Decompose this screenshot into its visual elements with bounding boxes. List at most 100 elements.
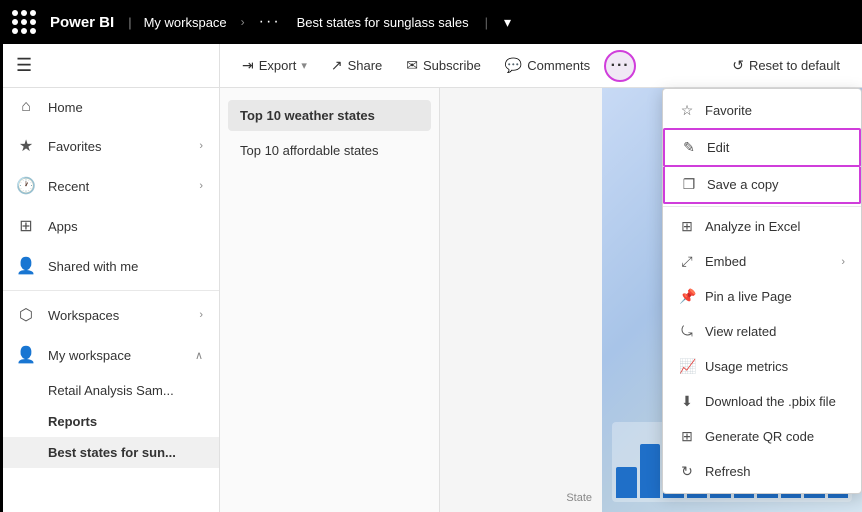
sidebar-item-myworkspace[interactable]: 👤 My workspace ∧ [0, 335, 219, 375]
title-dropdown-icon[interactable]: ▾ [504, 14, 511, 31]
qrcode-icon: ⊞ [679, 428, 695, 445]
hamburger-menu-button[interactable]: ☰ [16, 55, 32, 76]
workspaces-icon: ⬡ [16, 305, 36, 325]
qrcode-label: Generate QR code [705, 429, 845, 444]
menu-item-favorite[interactable]: ☆ Favorite [663, 93, 861, 128]
more-button-wrapper: ··· [604, 50, 636, 82]
recent-chevron-icon: › [199, 180, 203, 192]
sidebar-divider [0, 290, 219, 291]
sidebar-recent-label: Recent [48, 179, 187, 194]
embed-chevron-icon: › [841, 256, 845, 268]
page-top10affordable-label: Top 10 affordable states [240, 143, 379, 158]
menu-item-edit[interactable]: ✎ Edit [663, 128, 861, 167]
pinlivepage-icon: 📌 [679, 288, 695, 305]
favorites-chevron-icon: › [199, 140, 203, 152]
sidebar-apps-label: Apps [48, 219, 203, 234]
menu-item-download[interactable]: ⬇ Download the .pbix file [663, 384, 861, 419]
retail-label: Retail Analysis Sam... [48, 383, 174, 398]
menu-item-embed[interactable]: ⤢ Embed › [663, 244, 861, 279]
subscribe-icon: ✉ [406, 57, 418, 74]
nav-separator: | [128, 15, 131, 30]
menu-item-pinlivepage[interactable]: 📌 Pin a live Page [663, 279, 861, 314]
menu-item-usagemetrics[interactable]: 📈 Usage metrics [663, 349, 861, 384]
menu-item-refresh[interactable]: ↻ Refresh [663, 454, 861, 489]
myworkspace-chevron-icon: ∧ [195, 349, 203, 362]
embed-label: Embed [705, 254, 831, 269]
favorites-icon: ★ [16, 136, 36, 156]
page-item-top10affordable[interactable]: Top 10 affordable states [228, 135, 431, 166]
embed-icon: ⤢ [679, 253, 695, 270]
export-button[interactable]: ⇥ Export ▾ [232, 51, 317, 80]
export-icon: ⇥ [242, 57, 254, 74]
sidebar-home-label: Home [48, 100, 203, 115]
menu-item-viewrelated[interactable]: ⤿ View related [663, 314, 861, 349]
pinlivepage-label: Pin a live Page [705, 289, 845, 304]
page-item-top10weather[interactable]: Top 10 weather states [228, 100, 431, 131]
sidebar-sub-reports[interactable]: Reports [0, 406, 219, 437]
title-pipe: | [485, 15, 488, 30]
dropdown-overlay: ☆ Favorite ✎ Edit ❐ Save a copy ⊞ Analy [662, 88, 862, 494]
myworkspace-icon: 👤 [16, 345, 36, 365]
sidebar-sub-bestsales[interactable]: Best states for sun... [0, 437, 219, 468]
analyze-label: Analyze in Excel [705, 219, 845, 234]
sidebar-item-favorites[interactable]: ★ Favorites › [0, 126, 219, 166]
brand-name: Power BI [50, 14, 114, 31]
sidebar-item-shared[interactable]: 👤 Shared with me [0, 246, 219, 286]
reset-icon: ↺ [732, 57, 744, 74]
breadcrumb-more-button[interactable]: ··· [259, 13, 281, 31]
workspace-label[interactable]: My workspace [144, 15, 227, 30]
sidebar-item-workspaces[interactable]: ⬡ Workspaces › [0, 295, 219, 335]
savecopy-label: Save a copy [707, 177, 843, 192]
page-top10weather-label: Top 10 weather states [240, 108, 375, 123]
pages-panel: Top 10 weather states Top 10 affordable … [220, 88, 440, 512]
sidebar: ☰ ⌂ Home ★ Favorites › 🕐 Recent › ⊞ Apps… [0, 44, 220, 512]
reset-to-default-button[interactable]: ↺ Reset to default [722, 51, 850, 80]
viewrelated-label: View related [705, 324, 845, 339]
edit-icon: ✎ [681, 139, 697, 156]
sidebar-workspaces-label: Workspaces [48, 308, 187, 323]
comments-button[interactable]: 💬 Comments [495, 51, 600, 80]
chart-bar [640, 444, 661, 498]
more-options-button[interactable]: ··· [604, 50, 636, 82]
active-indicator [0, 44, 3, 512]
app-launcher-icon[interactable] [12, 10, 36, 34]
workspace-chevron: › [241, 15, 245, 29]
share-button[interactable]: ↗ Share [321, 51, 392, 80]
top-bar: Power BI | My workspace › ··· Best state… [0, 0, 862, 44]
download-label: Download the .pbix file [705, 394, 845, 409]
export-chevron-icon: ▾ [301, 59, 307, 72]
savecopy-icon: ❐ [681, 176, 697, 193]
export-label: Export [259, 58, 297, 73]
reset-label: Reset to default [749, 58, 840, 73]
subscribe-button[interactable]: ✉ Subscribe [396, 51, 491, 80]
recent-icon: 🕐 [16, 176, 36, 196]
analyze-icon: ⊞ [679, 218, 695, 235]
shared-icon: 👤 [16, 256, 36, 276]
state-label: State [566, 492, 592, 504]
menu-item-qrcode[interactable]: ⊞ Generate QR code [663, 419, 861, 454]
menu-item-analyze[interactable]: ⊞ Analyze in Excel [663, 209, 861, 244]
bestsales-label: Best states for sun... [48, 445, 176, 460]
sidebar-header: ☰ [0, 44, 219, 88]
share-label: Share [348, 58, 383, 73]
menu-item-savecopy[interactable]: ❐ Save a copy [663, 167, 861, 204]
favorite-label: Favorite [705, 103, 845, 118]
dropdown-menu: ☆ Favorite ✎ Edit ❐ Save a copy ⊞ Analy [662, 88, 862, 494]
subscribe-label: Subscribe [423, 58, 481, 73]
content-area: ⇥ Export ▾ ↗ Share ✉ Subscribe 💬 Comment… [220, 44, 862, 512]
sidebar-shared-label: Shared with me [48, 259, 203, 274]
favorite-icon: ☆ [679, 102, 695, 119]
sidebar-sub-retail[interactable]: Retail Analysis Sam... [0, 375, 219, 406]
viewrelated-icon: ⤿ [679, 323, 695, 340]
report-title: Best states for sunglass sales [297, 15, 469, 30]
home-icon: ⌂ [16, 98, 36, 116]
sidebar-item-apps[interactable]: ⊞ Apps [0, 206, 219, 246]
sidebar-item-recent[interactable]: 🕐 Recent › [0, 166, 219, 206]
main-layout: ☰ ⌂ Home ★ Favorites › 🕐 Recent › ⊞ Apps… [0, 44, 862, 512]
menu-divider-1 [663, 206, 861, 207]
workspaces-chevron-icon: › [199, 309, 203, 321]
comments-label: Comments [527, 58, 590, 73]
comments-icon: 💬 [505, 57, 522, 74]
sidebar-item-home[interactable]: ⌂ Home [0, 88, 219, 126]
sidebar-myworkspace-label: My workspace [48, 348, 183, 363]
